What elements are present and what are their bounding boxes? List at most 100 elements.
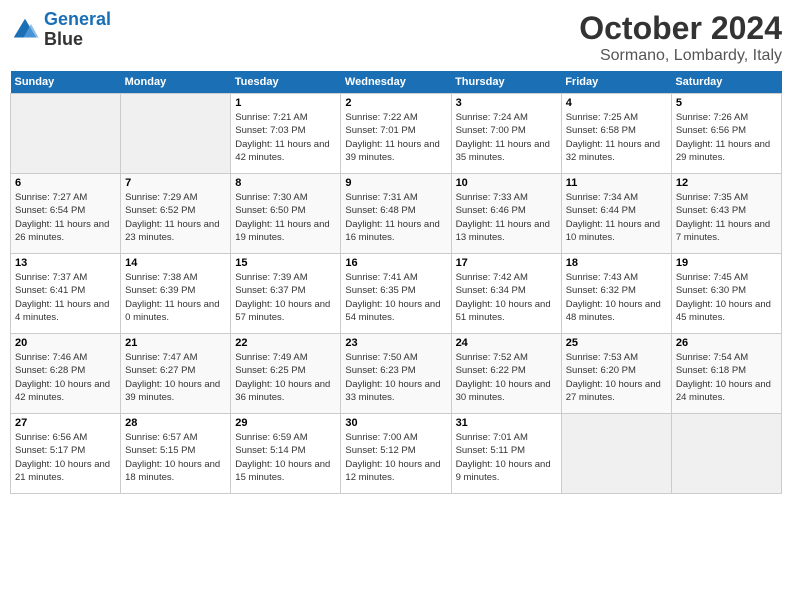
day-number: 6 bbox=[15, 177, 116, 189]
calendar-cell: 15Sunrise: 7:39 AMSunset: 6:37 PMDayligh… bbox=[231, 254, 341, 334]
calendar-week: 1Sunrise: 7:21 AMSunset: 7:03 PMDaylight… bbox=[11, 94, 782, 174]
day-number: 30 bbox=[345, 417, 446, 429]
calendar-cell: 23 Sunrise: 7:50 AMSunset: 6:23 PMDayligh… bbox=[341, 334, 451, 414]
day-detail: Sunrise: 7:42 AMSunset: 6:34 PMDaylight:… bbox=[456, 271, 557, 324]
day-number: 27 bbox=[15, 417, 116, 429]
day-number: 19 bbox=[676, 257, 777, 269]
day-number: 16 bbox=[345, 257, 446, 269]
day-detail: Sunrise: 7:38 AMSunset: 6:39 PMDaylight:… bbox=[125, 271, 226, 324]
day-number: 15 bbox=[235, 257, 336, 269]
day-number: 24 bbox=[456, 337, 557, 349]
calendar-cell: 12 Sunrise: 7:35 AMSunset: 6:43 PMDayligh… bbox=[671, 174, 781, 254]
day-detail: Sunrise: 7:34 AMSunset: 6:44 PMDaylight:… bbox=[566, 191, 667, 244]
day-detail: Sunrise: 7:24 AMSunset: 7:00 PMDaylight:… bbox=[456, 111, 557, 164]
day-number: 3 bbox=[456, 97, 557, 109]
day-detail: Sunrise: 7:43 AMSunset: 6:32 PMDaylight:… bbox=[566, 271, 667, 324]
day-number: 25 bbox=[566, 337, 667, 349]
calendar-week: 27 Sunrise: 6:56 AMSunset: 5:17 PMDayligh… bbox=[11, 414, 782, 494]
calendar-table: SundayMondayTuesdayWednesdayThursdayFrid… bbox=[10, 71, 782, 494]
day-detail: Sunrise: 7:29 AMSunset: 6:52 PMDaylight:… bbox=[125, 191, 226, 244]
day-detail: Sunrise: 7:35 AMSunset: 6:43 PMDaylight:… bbox=[676, 191, 777, 244]
day-number: 23 bbox=[345, 337, 446, 349]
day-number: 9 bbox=[345, 177, 446, 189]
logo-icon bbox=[10, 15, 40, 45]
day-detail: Sunrise: 6:59 AMSunset: 5:14 PMDaylight:… bbox=[235, 431, 336, 484]
day-detail: Sunrise: 7:47 AMSunset: 6:27 PMDaylight:… bbox=[125, 351, 226, 404]
calendar-cell: 19 Sunrise: 7:45 AMSunset: 6:30 PMDayligh… bbox=[671, 254, 781, 334]
calendar-week: 20Sunrise: 7:46 AMSunset: 6:28 PMDayligh… bbox=[11, 334, 782, 414]
calendar-cell: 14 Sunrise: 7:38 AMSunset: 6:39 PMDayligh… bbox=[121, 254, 231, 334]
day-detail: Sunrise: 7:50 AMSunset: 6:23 PMDaylight:… bbox=[345, 351, 446, 404]
day-number: 4 bbox=[566, 97, 667, 109]
calendar-week: 6 Sunrise: 7:27 AMSunset: 6:54 PMDaylight… bbox=[11, 174, 782, 254]
calendar-cell: 10Sunrise: 7:33 AMSunset: 6:46 PMDayligh… bbox=[451, 174, 561, 254]
calendar-cell: 18Sunrise: 7:43 AMSunset: 6:32 PMDayligh… bbox=[561, 254, 671, 334]
calendar-cell: 16 Sunrise: 7:41 AMSunset: 6:35 PMDayligh… bbox=[341, 254, 451, 334]
column-header-saturday: Saturday bbox=[671, 71, 781, 94]
day-detail: Sunrise: 7:52 AMSunset: 6:22 PMDaylight:… bbox=[456, 351, 557, 404]
day-detail: Sunrise: 7:22 AMSunset: 7:01 PMDaylight:… bbox=[345, 111, 446, 164]
day-detail: Sunrise: 7:54 AMSunset: 6:18 PMDaylight:… bbox=[676, 351, 777, 404]
day-number: 31 bbox=[456, 417, 557, 429]
day-detail: Sunrise: 6:56 AMSunset: 5:17 PMDaylight:… bbox=[15, 431, 116, 484]
day-detail: Sunrise: 7:25 AMSunset: 6:58 PMDaylight:… bbox=[566, 111, 667, 164]
calendar-cell: 3 Sunrise: 7:24 AMSunset: 7:00 PMDaylight… bbox=[451, 94, 561, 174]
column-header-tuesday: Tuesday bbox=[231, 71, 341, 94]
calendar-cell: 4 Sunrise: 7:25 AMSunset: 6:58 PMDaylight… bbox=[561, 94, 671, 174]
calendar-cell: 28Sunrise: 6:57 AMSunset: 5:15 PMDayligh… bbox=[121, 414, 231, 494]
day-detail: Sunrise: 7:33 AMSunset: 6:46 PMDaylight:… bbox=[456, 191, 557, 244]
calendar-cell: 20Sunrise: 7:46 AMSunset: 6:28 PMDayligh… bbox=[11, 334, 121, 414]
page-header: GeneralBlue October 2024 Sormano, Lombar… bbox=[10, 10, 782, 65]
day-detail: Sunrise: 7:26 AMSunset: 6:56 PMDaylight:… bbox=[676, 111, 777, 164]
calendar-cell bbox=[561, 414, 671, 494]
day-detail: Sunrise: 7:41 AMSunset: 6:35 PMDaylight:… bbox=[345, 271, 446, 324]
calendar-cell bbox=[121, 94, 231, 174]
day-number: 22 bbox=[235, 337, 336, 349]
calendar-week: 13 Sunrise: 7:37 AMSunset: 6:41 PMDayligh… bbox=[11, 254, 782, 334]
calendar-cell: 5 Sunrise: 7:26 AMSunset: 6:56 PMDaylight… bbox=[671, 94, 781, 174]
day-number: 20 bbox=[15, 337, 116, 349]
day-detail: Sunrise: 7:53 AMSunset: 6:20 PMDaylight:… bbox=[566, 351, 667, 404]
day-number: 7 bbox=[125, 177, 226, 189]
calendar-cell: 13 Sunrise: 7:37 AMSunset: 6:41 PMDayligh… bbox=[11, 254, 121, 334]
calendar-cell: 21 Sunrise: 7:47 AMSunset: 6:27 PMDayligh… bbox=[121, 334, 231, 414]
day-detail: Sunrise: 7:45 AMSunset: 6:30 PMDaylight:… bbox=[676, 271, 777, 324]
day-number: 12 bbox=[676, 177, 777, 189]
calendar-cell: 30Sunrise: 7:00 AMSunset: 5:12 PMDayligh… bbox=[341, 414, 451, 494]
day-number: 14 bbox=[125, 257, 226, 269]
day-number: 21 bbox=[125, 337, 226, 349]
calendar-cell bbox=[671, 414, 781, 494]
day-detail: Sunrise: 7:01 AMSunset: 5:11 PMDaylight:… bbox=[456, 431, 557, 484]
column-header-wednesday: Wednesday bbox=[341, 71, 451, 94]
calendar-cell: 2 Sunrise: 7:22 AMSunset: 7:01 PMDaylight… bbox=[341, 94, 451, 174]
day-number: 26 bbox=[676, 337, 777, 349]
calendar-cell: 25 Sunrise: 7:53 AMSunset: 6:20 PMDayligh… bbox=[561, 334, 671, 414]
calendar-cell bbox=[11, 94, 121, 174]
logo-text: GeneralBlue bbox=[44, 10, 111, 50]
column-header-thursday: Thursday bbox=[451, 71, 561, 94]
calendar-cell: 11 Sunrise: 7:34 AMSunset: 6:44 PMDayligh… bbox=[561, 174, 671, 254]
day-detail: Sunrise: 7:37 AMSunset: 6:41 PMDaylight:… bbox=[15, 271, 116, 324]
day-number: 8 bbox=[235, 177, 336, 189]
calendar-cell: 27 Sunrise: 6:56 AMSunset: 5:17 PMDayligh… bbox=[11, 414, 121, 494]
day-detail: Sunrise: 7:31 AMSunset: 6:48 PMDaylight:… bbox=[345, 191, 446, 244]
day-detail: Sunrise: 6:57 AMSunset: 5:15 PMDaylight:… bbox=[125, 431, 226, 484]
calendar-cell: 9 Sunrise: 7:31 AMSunset: 6:48 PMDaylight… bbox=[341, 174, 451, 254]
calendar-cell: 24 Sunrise: 7:52 AMSunset: 6:22 PMDayligh… bbox=[451, 334, 561, 414]
calendar-cell: 29Sunrise: 6:59 AMSunset: 5:14 PMDayligh… bbox=[231, 414, 341, 494]
day-detail: Sunrise: 7:27 AMSunset: 6:54 PMDaylight:… bbox=[15, 191, 116, 244]
calendar-cell: 1Sunrise: 7:21 AMSunset: 7:03 PMDaylight… bbox=[231, 94, 341, 174]
calendar-cell: 8 Sunrise: 7:30 AMSunset: 6:50 PMDaylight… bbox=[231, 174, 341, 254]
day-detail: Sunrise: 7:30 AMSunset: 6:50 PMDaylight:… bbox=[235, 191, 336, 244]
day-number: 2 bbox=[345, 97, 446, 109]
column-header-sunday: Sunday bbox=[11, 71, 121, 94]
day-detail: Sunrise: 7:49 AMSunset: 6:25 PMDaylight:… bbox=[235, 351, 336, 404]
day-number: 1 bbox=[235, 97, 336, 109]
calendar-cell: 22 Sunrise: 7:49 AMSunset: 6:25 PMDayligh… bbox=[231, 334, 341, 414]
day-number: 13 bbox=[15, 257, 116, 269]
day-number: 11 bbox=[566, 177, 667, 189]
location-title: Sormano, Lombardy, Italy bbox=[579, 47, 782, 65]
day-number: 5 bbox=[676, 97, 777, 109]
column-header-friday: Friday bbox=[561, 71, 671, 94]
calendar-cell: 31 Sunrise: 7:01 AMSunset: 5:11 PMDayligh… bbox=[451, 414, 561, 494]
